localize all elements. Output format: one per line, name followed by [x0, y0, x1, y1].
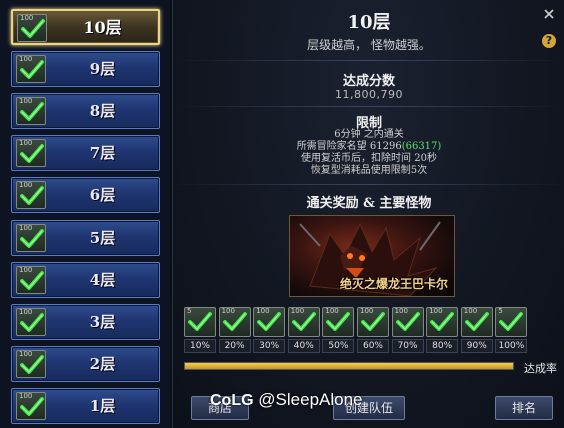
reward-percent: 70% [391, 339, 424, 353]
check-icon: 100 [287, 307, 320, 337]
reward-percent: 90% [460, 339, 493, 353]
reward-percent: 60% [357, 339, 389, 353]
floor-item[interactable]: 100 4层 [11, 261, 160, 298]
completion-progress-fill [185, 363, 513, 369]
check-icon: 100 [16, 223, 46, 252]
reward-percent: 40% [287, 339, 320, 353]
reward-milestone[interactable]: 100 30% [253, 307, 286, 353]
reward-milestone[interactable]: 100 90% [460, 307, 494, 353]
reward-percent: 50% [322, 339, 355, 353]
reward-percent: 100% [495, 339, 528, 353]
check-icon: 100 [16, 349, 46, 378]
floor-item[interactable]: 100 5层 [11, 219, 160, 256]
reward-milestone[interactable]: 100 70% [391, 307, 425, 353]
help-icon[interactable]: ? [542, 34, 556, 48]
floor-cleared-icon: 100 [16, 97, 46, 126]
reward-milestone[interactable]: 100 20% [218, 307, 252, 353]
floor-cleared-icon: 100 [16, 391, 46, 420]
check-icon: 100 [460, 307, 493, 337]
check-icon: 5 [184, 307, 216, 337]
floor-item[interactable]: 100 8层 [11, 93, 160, 130]
floor-label: 10层 [83, 18, 122, 37]
check-icon: 100 [218, 307, 251, 337]
limit-revive: 使用复活币后，扣除时间 20秒 [301, 153, 437, 164]
check-icon: 100 [16, 391, 46, 420]
reward-percent: 80% [426, 339, 459, 353]
watermark-logo: CoLG [210, 392, 254, 409]
check-icon: 100 [426, 307, 459, 337]
limit-time: 6分钟 之内通关 [334, 129, 404, 140]
divider [173, 106, 564, 107]
floor-item[interactable]: 100 1层 [11, 387, 160, 424]
floor-item[interactable]: 100 7层 [11, 135, 160, 172]
floor-label: 3层 [89, 312, 116, 331]
check-icon: 100 [391, 307, 424, 337]
floor-item[interactable]: 100 9层 [11, 51, 160, 88]
check-icon: 100 [16, 139, 46, 168]
floor-item[interactable]: 100 6层 [11, 177, 160, 214]
reward-milestones: 5 10% 100 20% 100 30% 100 40% 100 50% 100 60% 100 70%… [184, 307, 544, 355]
completion-progress-bar [184, 362, 514, 370]
close-icon[interactable] [542, 6, 556, 20]
score-value: 11,800,790 [335, 88, 403, 101]
floor-label: 9层 [89, 60, 116, 79]
check-icon: 5 [495, 307, 528, 337]
floor-label: 2层 [89, 354, 116, 373]
watermark: CoLG @SleepAlone [210, 390, 363, 410]
check-icon: 100 [16, 55, 46, 84]
check-icon: 100 [16, 265, 46, 294]
check-icon: 100 [16, 307, 46, 336]
floor-label: 1层 [89, 396, 116, 415]
floor-label: 8层 [89, 102, 116, 121]
reward-milestone[interactable]: 100 40% [287, 307, 321, 353]
reward-percent: 20% [218, 339, 251, 353]
floor-label: 7层 [89, 144, 116, 163]
boss-portrait: 绝灭之爆龙王巴卡尔 [289, 215, 455, 297]
divider [173, 184, 564, 185]
ranking-button[interactable]: 排名 [495, 396, 553, 420]
floor-cleared-icon: 100 [16, 265, 46, 294]
check-icon: 100 [16, 181, 46, 210]
check-icon: 100 [322, 307, 355, 337]
panel-title: 10层 [347, 12, 391, 33]
floor-label: 6层 [89, 186, 116, 205]
floor-label: 5层 [89, 228, 116, 247]
floor-list: 100 10层 100 9层 100 8层 100 7层 100 6层 100 5层 100 4层 100 3… [0, 0, 170, 428]
reward-milestone[interactable]: 100 60% [357, 307, 390, 353]
reward-milestone[interactable]: 100 50% [322, 307, 355, 353]
floor-cleared-icon: 100 [16, 181, 46, 210]
floor-cleared-icon: 100 [16, 55, 46, 84]
boss-name: 绝灭之爆龙王巴卡尔 [339, 277, 448, 291]
panel-subtitle: 层级越高， 怪物越强。 [307, 38, 431, 52]
floor-item[interactable]: 100 10层 [11, 9, 160, 45]
floor-cleared-icon: 100 [16, 307, 46, 336]
reward-milestone[interactable]: 5 100% [495, 307, 528, 353]
floor-cleared-icon: 100 [17, 14, 47, 42]
reward-percent: 30% [253, 339, 286, 353]
check-icon: 100 [17, 14, 47, 42]
floor-item[interactable]: 100 3层 [11, 303, 160, 340]
reward-percent: 10% [184, 339, 216, 353]
limit-fame-required: 所需冒险家名望 61296 [296, 141, 402, 152]
limit-fame-current: (66317) [401, 141, 442, 152]
completion-label: 达成率 [524, 362, 557, 375]
score-heading: 达成分数 [342, 74, 395, 89]
floor-detail-panel: 10层 层级越高， 怪物越强。 ? 达成分数 11,800,790 限制 6分钟… [172, 0, 564, 428]
limit-fame: 所需冒险家名望 61296(66317) [173, 141, 564, 153]
floor-cleared-icon: 100 [16, 139, 46, 168]
check-icon: 100 [16, 97, 46, 126]
reward-heading: 通关奖励 & 主要怪物 [306, 196, 432, 211]
floor-label: 4层 [89, 270, 116, 289]
watermark-handle: @SleepAlone [258, 390, 363, 409]
reward-milestone[interactable]: 5 10% [184, 307, 217, 353]
check-icon: 100 [253, 307, 286, 337]
floor-cleared-icon: 100 [16, 349, 46, 378]
reward-milestone[interactable]: 100 80% [426, 307, 459, 353]
floor-cleared-icon: 100 [16, 223, 46, 252]
check-icon: 100 [357, 307, 389, 337]
floor-item[interactable]: 100 2层 [11, 345, 160, 382]
divider [173, 60, 564, 61]
limit-consumable: 恢复型消耗品使用限制5次 [310, 165, 428, 176]
